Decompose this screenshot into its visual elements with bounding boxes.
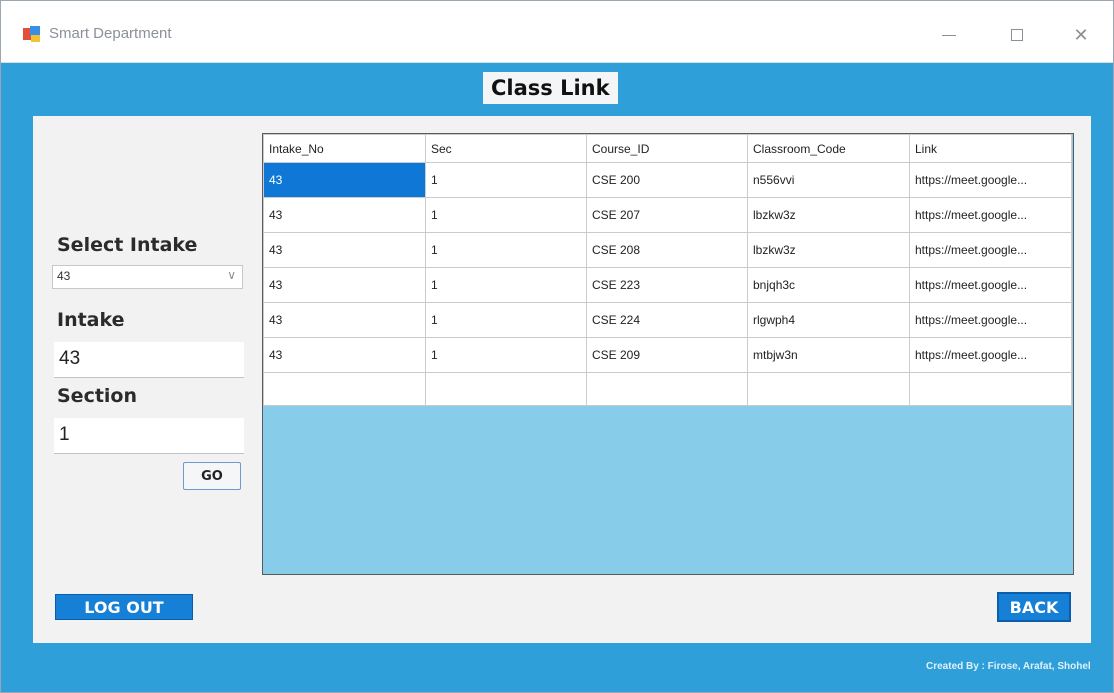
table-row[interactable]: 43 1 CSE 208 lbzkw3z https://meet.google…	[263, 232, 1072, 268]
table-cell[interactable]: CSE 224	[586, 302, 748, 338]
section-label: Section	[57, 385, 138, 407]
table-cell[interactable]: mtbjw3n	[747, 337, 910, 373]
table-cell[interactable]	[586, 372, 748, 406]
table-cell[interactable]: https://meet.google...	[909, 232, 1072, 268]
table-row[interactable]: 43 1 CSE 200 n556vvi https://meet.google…	[263, 162, 1072, 198]
table-cell[interactable]: rlgwph4	[747, 302, 910, 338]
table-cell[interactable]: 1	[425, 302, 587, 338]
close-icon[interactable]: ✕	[1058, 19, 1104, 51]
back-button[interactable]: BACK	[997, 592, 1071, 622]
table-cell[interactable]: 43	[263, 232, 426, 268]
table-cell[interactable]: 1	[425, 162, 587, 198]
table-cell[interactable]: n556vvi	[747, 162, 910, 198]
table-cell[interactable]: 43	[263, 337, 426, 373]
table-cell[interactable]: https://meet.google...	[909, 337, 1072, 373]
intake-dropdown-value: 43	[57, 269, 71, 283]
table-cell[interactable]: https://meet.google...	[909, 197, 1072, 233]
chevron-down-icon[interactable]: ∨	[227, 268, 236, 282]
table-cell[interactable]: 43	[263, 197, 426, 233]
table-cell[interactable]: 43	[263, 162, 426, 198]
table-cell[interactable]: 43	[263, 267, 426, 303]
minimize-icon[interactable]	[926, 19, 972, 51]
table-cell[interactable]	[263, 372, 426, 406]
intake-label: Intake	[57, 309, 125, 331]
table-cell[interactable]: https://meet.google...	[909, 267, 1072, 303]
table-cell[interactable]: lbzkw3z	[747, 232, 910, 268]
intake-field[interactable]: 43	[54, 342, 244, 378]
class-link-grid[interactable]: Intake_No Sec Course_ID Classroom_Code L…	[262, 133, 1074, 575]
table-cell[interactable]: 1	[425, 337, 587, 373]
title-bar: Smart Department ✕	[1, 1, 1113, 63]
logout-button[interactable]: LOG OUT	[55, 594, 193, 620]
table-row[interactable]: 43 1 CSE 209 mtbjw3n https://meet.google…	[263, 337, 1072, 373]
table-cell[interactable]	[747, 372, 910, 406]
table-cell[interactable]: https://meet.google...	[909, 162, 1072, 198]
select-intake-label: Select Intake	[57, 234, 198, 256]
table-cell[interactable]: CSE 208	[586, 232, 748, 268]
table-cell[interactable]	[425, 372, 587, 406]
table-cell[interactable]: https://meet.google...	[909, 302, 1072, 338]
table-cell[interactable]: bnjqh3c	[747, 267, 910, 303]
column-header-classroom-code[interactable]: Classroom_Code	[747, 134, 910, 163]
table-cell[interactable]: CSE 207	[586, 197, 748, 233]
table-cell[interactable]: CSE 223	[586, 267, 748, 303]
table-cell[interactable]	[909, 372, 1072, 406]
maximize-icon[interactable]	[994, 19, 1040, 51]
credits-text: Created By : Firose, Arafat, Shohel	[926, 661, 1091, 672]
go-button[interactable]: GO	[183, 462, 241, 490]
column-header-sec[interactable]: Sec	[425, 134, 587, 163]
app-logo-icon	[23, 26, 41, 42]
table-header-row: Intake_No Sec Course_ID Classroom_Code L…	[263, 134, 1072, 163]
class-link-table: Intake_No Sec Course_ID Classroom_Code L…	[263, 134, 1072, 406]
table-cell[interactable]: 1	[425, 232, 587, 268]
table-row[interactable]: 43 1 CSE 224 rlgwph4 https://meet.google…	[263, 302, 1072, 338]
intake-dropdown[interactable]: 43 ∨	[52, 265, 243, 289]
table-cell[interactable]: CSE 200	[586, 162, 748, 198]
window-title: Smart Department	[49, 25, 172, 42]
table-cell[interactable]: CSE 209	[586, 337, 748, 373]
table-cell[interactable]: 43	[263, 302, 426, 338]
new-row[interactable]	[263, 372, 1072, 406]
app-window: Smart Department ✕ Class Link Select Int…	[0, 0, 1114, 693]
table-cell[interactable]: lbzkw3z	[747, 197, 910, 233]
column-header-link[interactable]: Link	[909, 134, 1072, 163]
main-panel: Select Intake 43 ∨ Intake 43 Section 1 G…	[33, 116, 1091, 643]
table-cell[interactable]: 1	[425, 197, 587, 233]
table-row[interactable]: 43 1 CSE 207 lbzkw3z https://meet.google…	[263, 197, 1072, 233]
column-header-course-id[interactable]: Course_ID	[586, 134, 748, 163]
page-title: Class Link	[483, 72, 618, 104]
table-row[interactable]: 43 1 CSE 223 bnjqh3c https://meet.google…	[263, 267, 1072, 303]
section-field[interactable]: 1	[54, 418, 244, 454]
table-cell[interactable]: 1	[425, 267, 587, 303]
column-header-intake-no[interactable]: Intake_No	[263, 134, 426, 163]
